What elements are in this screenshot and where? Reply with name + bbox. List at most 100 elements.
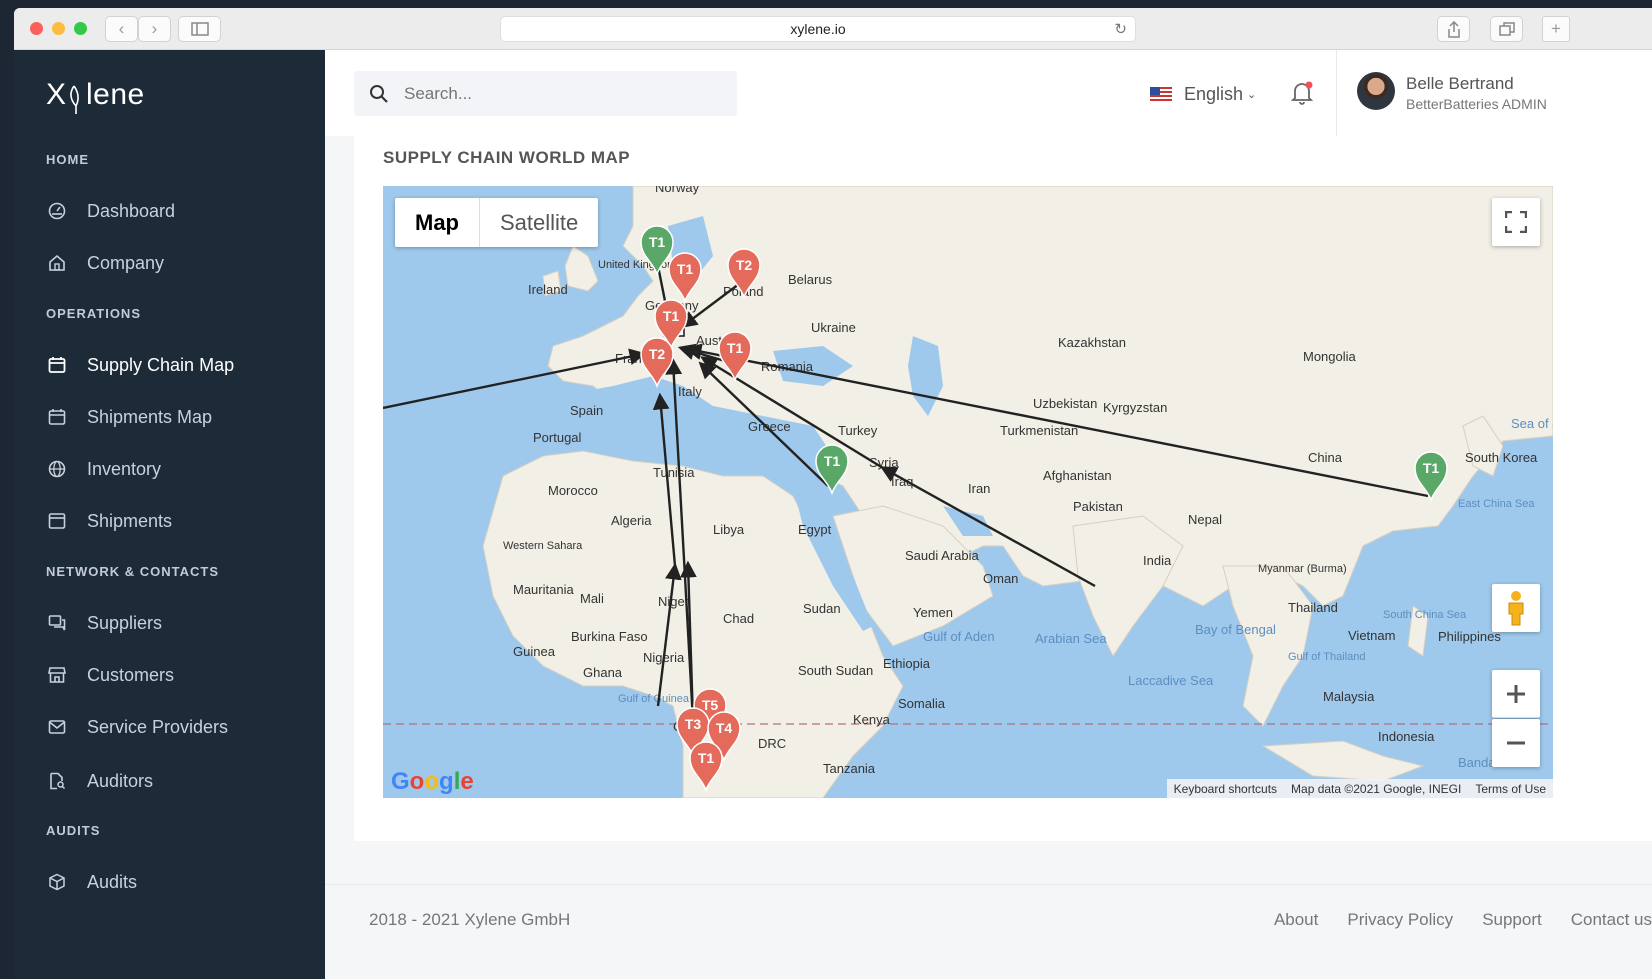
user-name[interactable]: Belle Bertrand — [1406, 74, 1514, 94]
pegman-icon — [1508, 591, 1524, 626]
sidebar-item-supply-chain-map[interactable]: Supply Chain Map — [46, 350, 316, 380]
new-tab-button[interactable]: + — [1542, 16, 1570, 42]
map-label: Burkina Faso — [571, 629, 648, 644]
sidebar-item-shipments[interactable]: Shipments — [46, 506, 316, 536]
sidebar-item-customers[interactable]: Customers — [46, 660, 316, 690]
reload-icon[interactable]: ↻ — [1114, 20, 1127, 38]
sidebar-item-shipments-map[interactable]: Shipments Map — [46, 402, 316, 432]
zoom-out-button[interactable] — [1492, 719, 1540, 767]
marker-label: T4 — [716, 720, 733, 736]
sidebar-item-inventory[interactable]: Inventory — [46, 454, 316, 484]
minus-icon — [1507, 741, 1525, 745]
search-input[interactable] — [404, 83, 704, 104]
keyboard-shortcuts-link[interactable]: Keyboard shortcuts — [1167, 782, 1284, 796]
map-label: Ireland — [528, 282, 568, 297]
map-label: South Korea — [1465, 450, 1538, 465]
marker-label: T2 — [736, 257, 753, 273]
map-label: Yemen — [913, 605, 953, 620]
terms-link[interactable]: Terms of Use — [1468, 782, 1553, 796]
sidebar-label-dashboard: Dashboard — [87, 200, 176, 221]
fullscreen-button[interactable] — [1492, 198, 1540, 246]
sidebar-label-supply-chain-map: Supply Chain Map — [87, 354, 235, 375]
map-canvas[interactable]: NorwayUnited KingdomIrelandBelarusPoland… — [383, 186, 1553, 798]
chevron-down-icon: ⌄ — [1247, 89, 1257, 101]
street-view-button[interactable] — [1492, 584, 1540, 632]
footer-support-link[interactable]: Support — [1482, 910, 1542, 930]
google-logo: Google — [391, 768, 474, 795]
map-label: East China Sea — [1458, 498, 1535, 510]
tabs-button[interactable] — [1490, 16, 1523, 42]
sidebar-label-shipments: Shipments — [87, 510, 173, 531]
map-label: Indonesia — [1378, 729, 1435, 744]
xylene-logo[interactable]: X lene — [46, 72, 156, 124]
calendar-icon — [46, 354, 68, 376]
sidebar-item-service-providers[interactable]: Service Providers — [46, 712, 316, 742]
map-label: Belarus — [788, 272, 833, 287]
sidebar-icon — [190, 22, 209, 36]
share-icon — [1447, 20, 1460, 38]
map-label: Morocco — [548, 483, 598, 498]
world-map[interactable]: NorwayUnited KingdomIrelandBelarusPoland… — [383, 186, 1553, 798]
sidebar-label-suppliers: Suppliers — [87, 612, 163, 633]
footer-privacy-link[interactable]: Privacy Policy — [1347, 910, 1453, 930]
map-label: South Sudan — [798, 663, 873, 678]
footer: 2018 - 2021 Xylene GmbH About Privacy Po… — [325, 884, 1652, 979]
store-icon — [46, 664, 68, 686]
map-label: Malaysia — [1323, 689, 1375, 704]
bell-icon — [1290, 81, 1314, 105]
language-selector[interactable]: English ⌄ — [1150, 84, 1256, 105]
map-label: Kazakhstan — [1058, 335, 1126, 350]
zoom-in-button[interactable] — [1492, 670, 1540, 718]
section-operations: OPERATIONS — [46, 306, 141, 321]
mail-icon — [46, 716, 68, 738]
map-label: China — [1308, 450, 1343, 465]
footer-contact-link[interactable]: Contact us — [1571, 910, 1652, 930]
footer-about-link[interactable]: About — [1274, 910, 1318, 930]
logo-mark: X lene — [46, 78, 144, 114]
user-role: BetterBatteries ADMIN — [1406, 96, 1547, 112]
marker-label: T1 — [727, 340, 744, 356]
sidebar-item-auditors[interactable]: Auditors — [46, 766, 316, 796]
sidebar-item-suppliers[interactable]: Suppliers — [46, 608, 316, 638]
uk-landmass — [564, 245, 599, 292]
sidebar-label-service-providers: Service Providers — [87, 716, 229, 737]
map-type-satellite-button[interactable]: Satellite — [480, 198, 598, 247]
sidebar-item-company[interactable]: Company — [46, 248, 316, 278]
map-label: Nepal — [1188, 512, 1222, 527]
search-icon — [370, 84, 388, 103]
address-bar[interactable]: xylene.io ↻ — [500, 16, 1136, 42]
sidebar-toggle-button[interactable] — [178, 16, 221, 42]
map-label: Guinea — [513, 644, 556, 659]
sidebar-item-audits[interactable]: Audits — [46, 867, 316, 897]
map-label: Portugal — [533, 430, 582, 445]
map-label: DRC — [758, 736, 786, 751]
forward-button[interactable]: › — [138, 16, 171, 42]
maximize-window-button[interactable] — [74, 22, 87, 35]
map-label: Italy — [678, 384, 702, 399]
marker-label: T3 — [685, 716, 702, 732]
map-label: Tanzania — [823, 761, 876, 776]
sidebar-label-auditors: Auditors — [87, 770, 154, 791]
sidebar-label-company: Company — [87, 252, 165, 273]
marker-label: T5 — [702, 697, 719, 713]
avatar[interactable] — [1357, 72, 1395, 110]
notifications-button[interactable] — [1290, 80, 1314, 111]
document-search-icon — [46, 770, 68, 792]
cube-icon — [46, 871, 68, 893]
svg-text:X: X — [46, 78, 67, 111]
map-card: SUPPLY CHAIN WORLD MAP Norway United Kin… — [354, 136, 1652, 841]
map-type-toggle[interactable]: Map Satellite — [395, 198, 599, 247]
section-home: HOME — [46, 152, 89, 167]
map-type-map-button[interactable]: Map — [395, 198, 480, 247]
map-label: Spain — [570, 403, 603, 418]
plus-icon — [1507, 684, 1525, 703]
map-label: Laccadive Sea — [1128, 673, 1214, 688]
close-window-button[interactable] — [30, 22, 43, 35]
search-box[interactable] — [354, 71, 737, 116]
minimize-window-button[interactable] — [52, 22, 65, 35]
map-label: Uzbekistan — [1033, 396, 1097, 411]
back-button[interactable]: ‹ — [105, 16, 138, 42]
share-button[interactable] — [1437, 16, 1470, 42]
sidebar-item-dashboard[interactable]: Dashboard — [46, 196, 316, 226]
section-audits: AUDITS — [46, 823, 101, 838]
